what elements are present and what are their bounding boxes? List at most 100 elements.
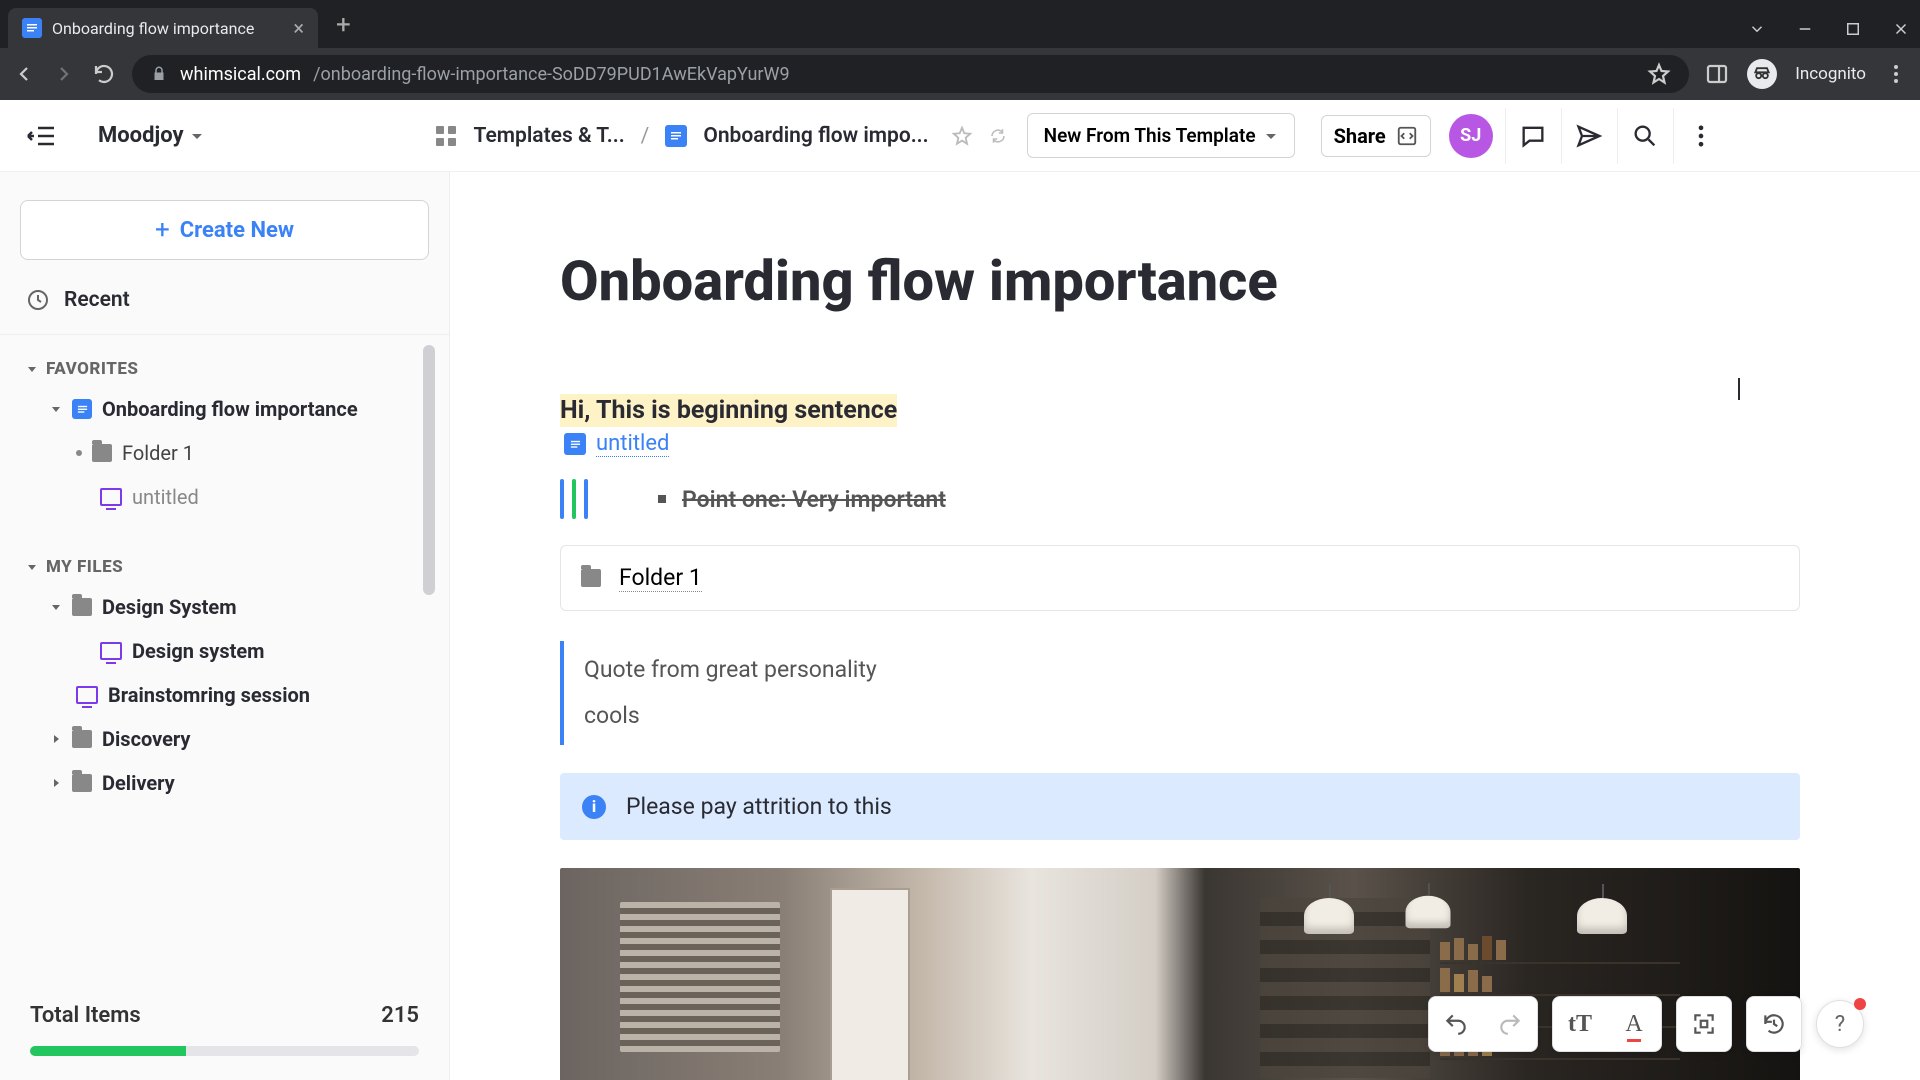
- create-new-button[interactable]: + Create New: [20, 200, 429, 260]
- board-icon: [100, 488, 122, 506]
- doc-title[interactable]: Onboarding flow importance: [560, 248, 1800, 314]
- side-panel-icon[interactable]: [1705, 62, 1729, 86]
- sidebar-item-untitled-board[interactable]: untitled: [0, 475, 449, 519]
- window-controls: [1748, 20, 1910, 38]
- myfiles-section-header[interactable]: MY FILES: [0, 537, 449, 585]
- breadcrumb-separator: /: [641, 124, 650, 148]
- url-field[interactable]: whimsical.com/onboarding-flow-importance…: [132, 55, 1689, 93]
- help-button[interactable]: ?: [1816, 1000, 1864, 1048]
- browser-tab[interactable]: Onboarding flow importance ×: [8, 8, 318, 48]
- favorites-section-header[interactable]: FAVORITES: [0, 339, 449, 387]
- info-callout[interactable]: i Please pay attrition to this: [560, 773, 1800, 840]
- search-button[interactable]: [1617, 108, 1673, 164]
- workspace-name: Moodjoy: [98, 123, 184, 148]
- floating-toolbar: tT A ?: [1428, 996, 1864, 1052]
- linked-doc-label[interactable]: untitled: [596, 431, 669, 457]
- breadcrumb: Templates & T... / Onboarding flow impo.…: [434, 124, 1007, 148]
- close-tab-icon[interactable]: ×: [293, 16, 304, 40]
- favorite-star-icon[interactable]: [951, 125, 973, 147]
- sidebar-item-design-system-board[interactable]: Design system: [0, 629, 449, 673]
- incognito-icon[interactable]: [1747, 59, 1777, 89]
- bullet-icon: [76, 450, 82, 456]
- sidebar-item-label: Design system: [132, 639, 264, 663]
- sidebar-item-brainstorming[interactable]: Brainstomring session: [0, 673, 449, 717]
- chevron-down-icon: [190, 129, 204, 143]
- sidebar-item-label: Brainstomring session: [108, 683, 310, 707]
- chevron-down-icon[interactable]: [1748, 20, 1766, 38]
- sidebar-item-design-system-folder[interactable]: Design System: [0, 585, 449, 629]
- total-items-section: Total Items 215: [0, 983, 449, 1080]
- breadcrumb-root[interactable]: Templates & T...: [474, 124, 625, 148]
- text-size-button[interactable]: tT: [1553, 997, 1607, 1051]
- workspace-dropdown[interactable]: Moodjoy: [98, 123, 204, 148]
- code-fence-icon: [560, 479, 588, 519]
- scrollbar-thumb[interactable]: [423, 345, 435, 595]
- total-items-label: Total Items: [30, 1003, 141, 1028]
- send-button[interactable]: [1561, 108, 1617, 164]
- sidebar-item-label: Onboarding flow importance: [102, 397, 358, 421]
- new-from-template-button[interactable]: New From This Template: [1027, 113, 1295, 158]
- star-icon[interactable]: [1647, 62, 1671, 86]
- text-cursor: [1738, 378, 1740, 400]
- text-color-button[interactable]: A: [1607, 997, 1661, 1051]
- total-items-value: 215: [381, 1003, 419, 1028]
- browser-tab-strip: Onboarding flow importance × +: [0, 0, 1920, 48]
- url-domain: whimsical.com: [180, 64, 301, 85]
- recent-link[interactable]: Recent: [0, 272, 449, 328]
- share-button[interactable]: Share: [1321, 115, 1431, 157]
- embed-icon: [1396, 125, 1418, 147]
- history-button[interactable]: [1747, 997, 1801, 1051]
- share-label: Share: [1334, 124, 1386, 148]
- bullet-square-icon: [658, 495, 666, 503]
- doc-icon: [564, 433, 586, 455]
- chevron-down-icon: [50, 601, 62, 613]
- sidebar-item-label: Folder 1: [122, 441, 194, 465]
- create-label: Create New: [180, 218, 294, 243]
- sync-icon[interactable]: [989, 127, 1007, 145]
- notification-dot-icon: [1854, 998, 1866, 1010]
- redo-button[interactable]: [1483, 997, 1537, 1051]
- doc-icon: [665, 125, 687, 147]
- browser-url-bar: whimsical.com/onboarding-flow-importance…: [0, 48, 1920, 100]
- close-window-icon[interactable]: [1892, 20, 1910, 38]
- folder-embed-label: Folder 1: [619, 564, 702, 592]
- breadcrumb-doc[interactable]: Onboarding flow impo...: [703, 124, 928, 148]
- browser-menu-icon[interactable]: [1884, 62, 1908, 86]
- folder-icon: [72, 598, 92, 616]
- info-icon: i: [582, 795, 606, 819]
- back-icon[interactable]: [12, 62, 36, 86]
- document-canvas[interactable]: Onboarding flow importance Hi, This is b…: [450, 100, 1920, 1080]
- forward-icon[interactable]: [52, 62, 76, 86]
- clock-icon: [26, 288, 50, 312]
- linked-doc-mention[interactable]: untitled: [564, 431, 1800, 457]
- folder-icon: [72, 730, 92, 748]
- folder-embed[interactable]: Folder 1: [560, 545, 1800, 611]
- reload-icon[interactable]: [92, 62, 116, 86]
- bullet-struck-item[interactable]: Point one: Very important: [658, 486, 946, 513]
- chevron-down-icon: [26, 561, 38, 573]
- undo-button[interactable]: [1429, 997, 1483, 1051]
- highlighted-text[interactable]: Hi, This is beginning sentence: [560, 394, 897, 427]
- url-path: /onboarding-flow-importance-SoDD79PUD1Aw…: [313, 64, 790, 85]
- sidebar-item-discovery[interactable]: Discovery: [0, 717, 449, 761]
- sidebar-item-onboarding-doc[interactable]: Onboarding flow importance: [0, 387, 449, 431]
- folder-icon: [581, 569, 601, 587]
- sidebar-item-folder-1[interactable]: Folder 1: [0, 431, 449, 475]
- collapse-sidebar-button[interactable]: [18, 113, 64, 159]
- comments-button[interactable]: [1505, 108, 1561, 164]
- new-tab-button[interactable]: +: [336, 10, 351, 40]
- quote-block[interactable]: Quote from great personality cools: [560, 641, 1800, 745]
- more-menu-button[interactable]: [1673, 108, 1729, 164]
- sidebar-item-label: untitled: [132, 485, 199, 509]
- folder-icon: [92, 444, 112, 462]
- chevron-down-icon: [26, 363, 38, 375]
- chevron-down-icon: [50, 403, 62, 415]
- doc-icon: [72, 399, 92, 419]
- chevron-right-icon: [50, 777, 62, 789]
- minimize-icon[interactable]: [1796, 20, 1814, 38]
- incognito-label: Incognito: [1795, 64, 1866, 84]
- sidebar-item-delivery[interactable]: Delivery: [0, 761, 449, 805]
- focus-mode-button[interactable]: [1677, 997, 1731, 1051]
- maximize-icon[interactable]: [1844, 20, 1862, 38]
- user-avatar[interactable]: SJ: [1449, 114, 1493, 158]
